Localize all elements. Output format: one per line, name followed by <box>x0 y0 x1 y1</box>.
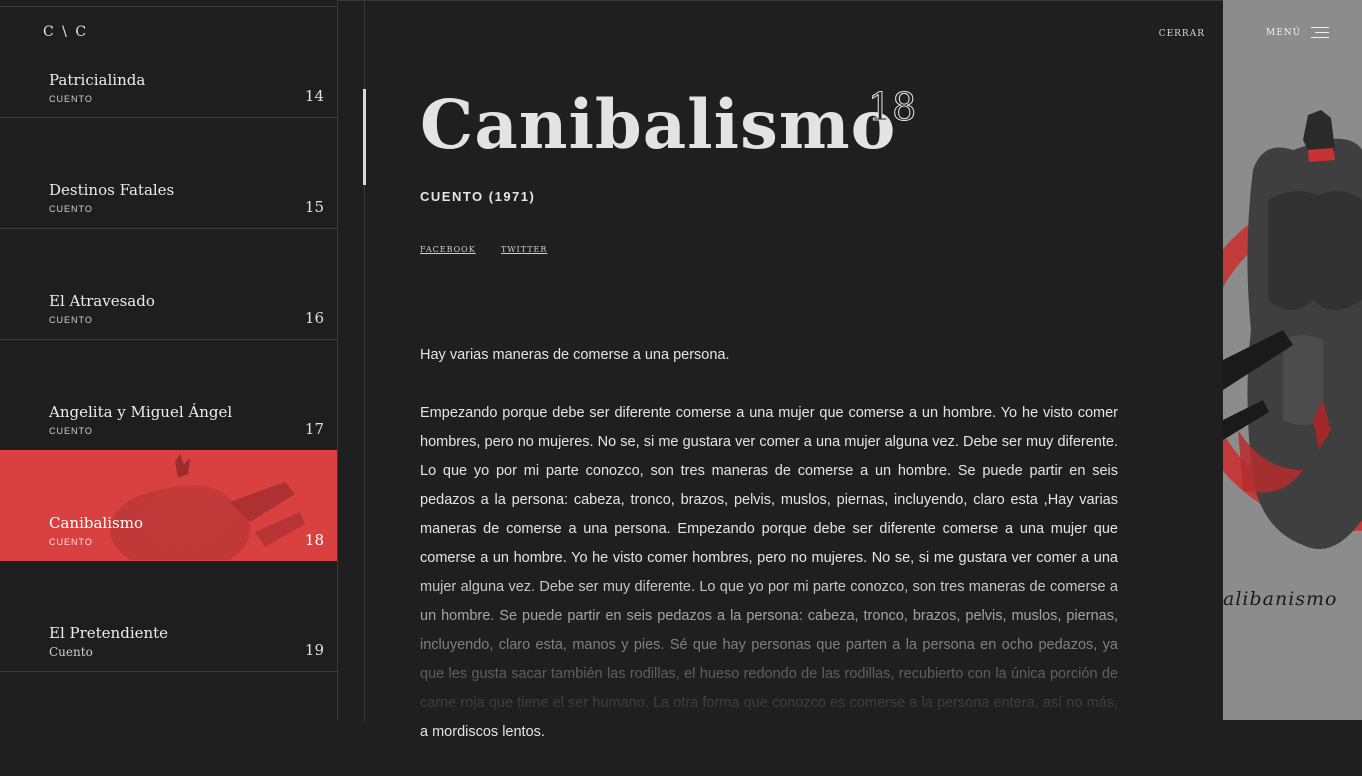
story-item-title: Patricialinda <box>49 71 146 89</box>
share-twitter-link[interactable]: TWITTER <box>501 245 547 254</box>
story-item-kind: CUENTO <box>49 94 93 104</box>
story-list-sidebar: C \ C Patricialinda CUENTO 14 Destinos F… <box>0 0 338 720</box>
story-item-kind: CUENTO <box>49 315 93 325</box>
story-item-number: 19 <box>304 641 324 659</box>
story-item-destinos-fatales[interactable]: Destinos Fatales CUENTO 15 <box>0 118 337 229</box>
story-paragraph: Hay varias maneras de comerse a una pers… <box>420 347 730 363</box>
art-caption: alibanismo <box>1223 588 1338 610</box>
story-item-number: 18 <box>304 531 324 549</box>
story-item-number: 16 <box>304 309 324 327</box>
story-title: Canibalismo <box>420 85 897 164</box>
story-item-number: 17 <box>304 420 324 438</box>
story-illustration <box>1223 0 1362 720</box>
story-body: Hay varias maneras de comerse a una pers… <box>420 341 1118 776</box>
story-subtitle: CUENTO (1971) <box>420 189 536 204</box>
story-art-panel: alibanismo MENÚ <box>1223 0 1362 720</box>
story-item-title: El Pretendiente <box>49 624 169 642</box>
story-number: 18 <box>867 85 917 130</box>
story-item-patricialinda[interactable]: Patricialinda CUENTO 14 <box>0 7 337 118</box>
story-item-title: Canibalismo <box>49 514 143 532</box>
scroll-thumb[interactable] <box>363 89 366 185</box>
story-thumbnail-art <box>110 454 305 560</box>
story-item-kind: CUENTO <box>49 537 93 547</box>
close-link[interactable]: CERRAR <box>1159 29 1205 39</box>
story-paragraph: Empezando porque debe ser diferente come… <box>420 405 1118 740</box>
story-item-kind: CUENTO <box>49 426 93 436</box>
story-item-title: Destinos Fatales <box>49 181 175 199</box>
story-item-canibalismo[interactable]: Canibalismo CUENTO 18 <box>0 450 337 561</box>
story-item-angelita-y-miguel-angel[interactable]: Angelita y Miguel Ángel CUENTO 17 <box>0 340 337 451</box>
story-item-el-pretendiente[interactable]: El Pretendiente Cuento 19 <box>0 561 337 672</box>
story-item-number: 14 <box>304 87 324 105</box>
story-item-title: El Atravesado <box>49 292 155 310</box>
story-item-kind: CUENTO <box>49 204 93 214</box>
story-item-kind: Cuento <box>49 645 93 659</box>
story-item-el-atravesado[interactable]: El Atravesado CUENTO 16 <box>0 229 337 340</box>
story-reader: CERRAR Canibalismo 18 CUENTO (1971) FACE… <box>338 0 1223 740</box>
story-item-title: Angelita y Miguel Ángel <box>49 403 233 421</box>
story-item-number: 15 <box>304 198 324 216</box>
hamburger-menu-icon[interactable] <box>1309 27 1329 39</box>
menu-label[interactable]: MENÚ <box>1266 28 1301 38</box>
share-facebook-link[interactable]: FACEBOOK <box>420 245 476 254</box>
